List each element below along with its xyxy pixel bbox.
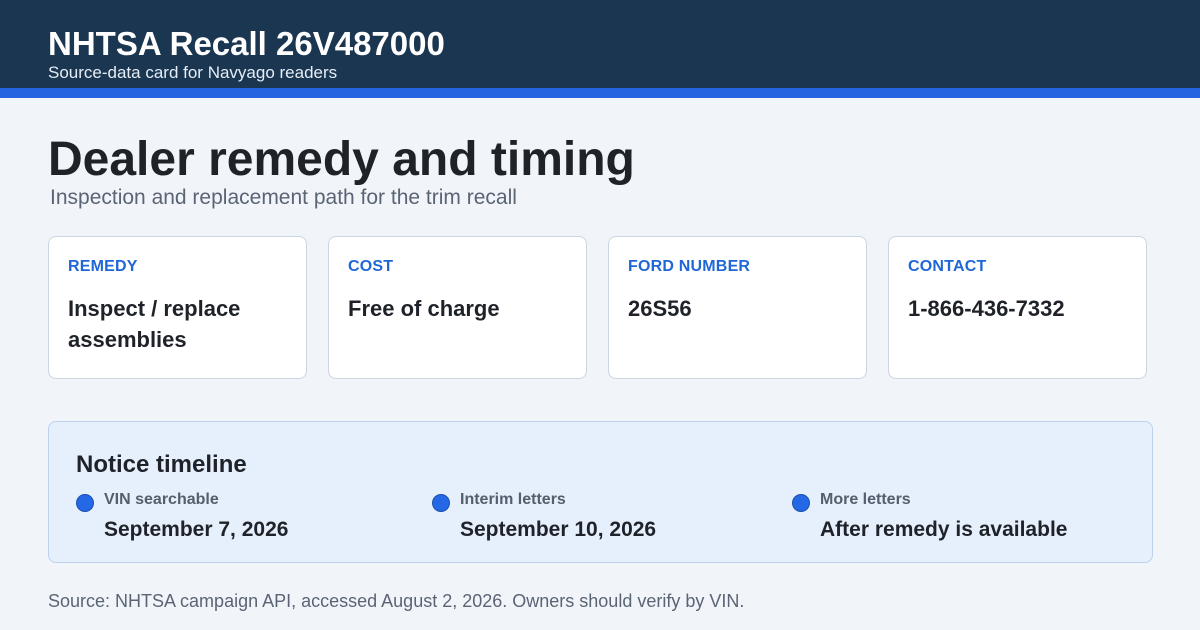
timeline-item-label: Interim letters <box>460 491 566 508</box>
timeline-item-date: After remedy is available <box>820 518 1068 541</box>
timeline-item-date: September 10, 2026 <box>460 518 657 541</box>
card-value: 26S56 <box>628 296 692 321</box>
timeline-item-label: VIN searchable <box>104 491 219 508</box>
timeline-dot-icon <box>792 494 810 512</box>
card-label: FORD NUMBER <box>628 258 751 275</box>
card-contact: CONTACT 1-866-436-7332 <box>888 236 1147 379</box>
timeline-title: Notice timeline <box>76 451 247 478</box>
header-bar: NHTSA Recall 26V487000 Source-data card … <box>0 0 1200 88</box>
page-subtitle: Inspection and replacement path for the … <box>50 186 517 209</box>
timeline-dot-icon <box>76 494 94 512</box>
card-remedy: REMEDY Inspect / replace assemblies <box>48 236 307 379</box>
page-title: Dealer remedy and timing <box>48 133 635 186</box>
source-note: Source: NHTSA campaign API, accessed Aug… <box>48 591 745 611</box>
card-cost: COST Free of charge <box>328 236 587 379</box>
timeline-dot-icon <box>432 494 450 512</box>
header-subtitle: Source-data card for Navyago readers <box>48 63 338 82</box>
timeline-item-date: September 7, 2026 <box>104 518 289 541</box>
card-label: CONTACT <box>908 258 987 275</box>
card-label: COST <box>348 258 394 275</box>
card-value: 1-866-436-7332 <box>908 296 1065 321</box>
card-label: REMEDY <box>68 258 138 275</box>
card-value: Free of charge <box>348 296 500 321</box>
timeline-item-label: More letters <box>820 491 911 508</box>
notice-timeline-panel: Notice timeline VIN searchable September… <box>48 421 1153 563</box>
card-value: Inspect / replace assemblies <box>68 296 241 352</box>
card-ford-number: FORD NUMBER 26S56 <box>608 236 867 379</box>
header-title: NHTSA Recall 26V487000 <box>48 25 445 62</box>
accent-divider <box>0 88 1200 98</box>
